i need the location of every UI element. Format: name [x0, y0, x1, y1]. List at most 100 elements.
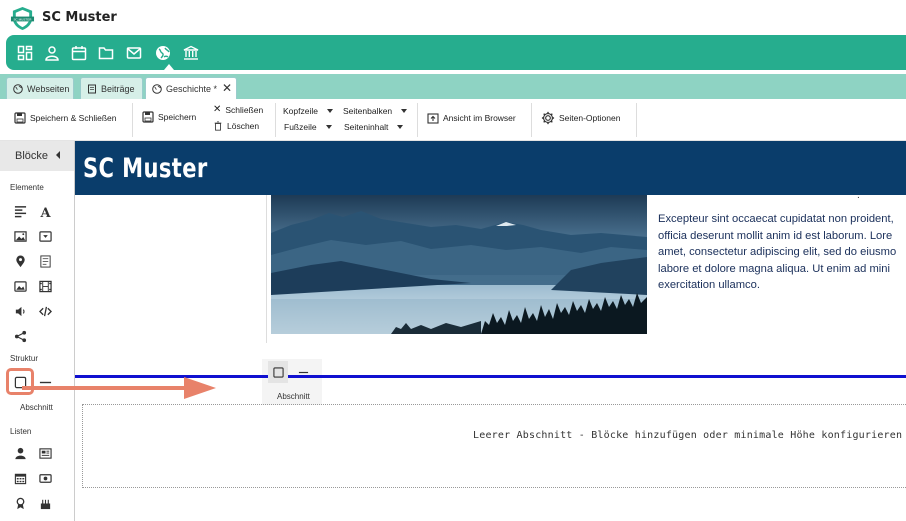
external-view-icon [427, 113, 439, 124]
content-dropdown[interactable]: Seiteninhalt [344, 122, 404, 132]
text-align-icon[interactable] [12, 203, 28, 219]
chevron-down-icon [401, 109, 408, 113]
title-bar: SC MUSTER SC Muster [0, 0, 906, 35]
article-line: amet, consectetur adipiscing elit, sed d… [658, 246, 897, 258]
sidebar-dropdown[interactable]: Seitenbalken [343, 106, 408, 116]
gallery-icon[interactable] [12, 278, 28, 294]
empty-section[interactable] [82, 404, 906, 488]
article-line: officia deserunt mollit anim id est labo… [658, 229, 893, 242]
blocks-sidebar: Blöcke Elemente A Struktur Listen [0, 141, 75, 521]
mountain-photo[interactable] [271, 195, 647, 334]
close-label: Schließen [225, 104, 264, 115]
svg-text:A: A [39, 206, 51, 218]
article-line: labore et dolore magna aliqua. Ut enim a… [658, 262, 890, 275]
logo-icon: SC MUSTER [10, 6, 35, 31]
close-icon: ✕ [213, 104, 222, 115]
chevron-down-icon [326, 109, 333, 113]
trash-icon [214, 121, 222, 131]
user-icon[interactable] [43, 44, 61, 62]
text-sliver: . [857, 190, 860, 201]
globe-icon [152, 83, 162, 94]
chevron-down-icon [397, 125, 404, 129]
money-icon[interactable] [37, 470, 53, 486]
dropdown-box-icon[interactable] [37, 228, 53, 244]
article-line: Excepteur sint occaecat cupidatat non pr… [658, 213, 894, 225]
tab-label: Beiträge [101, 83, 135, 94]
app-title: SC Muster [42, 10, 117, 25]
drop-target-line [75, 375, 906, 378]
section-block-highlight [6, 368, 34, 395]
film-icon[interactable] [37, 278, 53, 294]
page-options-label: Seiten-Optionen [559, 113, 621, 123]
image-icon[interactable] [12, 228, 28, 244]
tab-label: Webseiten [27, 83, 70, 94]
header-dropdown[interactable]: Kopfzeile [283, 106, 333, 116]
tab-webseiten[interactable]: Webseiten [6, 77, 74, 99]
birthday-cake-icon[interactable] [37, 495, 53, 511]
browser-view-button[interactable]: Ansicht im Browser [427, 112, 516, 124]
browser-view-label: Ansicht im Browser [443, 113, 516, 123]
chevron-down-icon [325, 125, 332, 129]
collapse-caret-icon[interactable] [56, 151, 60, 159]
main-nav [6, 35, 906, 70]
save-icon [14, 112, 26, 124]
blocks-header-label: Blöcke [15, 150, 49, 162]
tab-beitraege[interactable]: Beiträge [80, 77, 143, 99]
article-text[interactable]: Excepteur sint occaecat cupidatat non pr… [658, 211, 906, 294]
content-label: Seiteninhalt [344, 122, 389, 132]
tab-label: Geschichte * [166, 83, 218, 94]
svg-text:SC MUSTER: SC MUSTER [13, 17, 32, 21]
save-close-button[interactable]: Speichern & Schließen [14, 112, 116, 124]
save-close-label: Speichern & Schließen [30, 113, 117, 123]
divider-line-icon[interactable] [37, 374, 53, 390]
tab-geschichte[interactable]: Geschichte * ✕ [145, 77, 237, 99]
close-button[interactable]: ✕ Schließen [213, 104, 263, 115]
calendar-grid-icon[interactable] [12, 470, 28, 486]
globe-icon[interactable] [154, 44, 172, 62]
audio-icon[interactable] [12, 303, 28, 319]
active-nav-indicator [164, 64, 174, 70]
form-icon[interactable] [37, 253, 53, 269]
delete-button[interactable]: Löschen [213, 121, 259, 131]
bank-icon[interactable] [182, 44, 200, 62]
delete-label: Löschen [227, 121, 260, 131]
elements-group-label: Elemente [10, 183, 44, 192]
dashboard-icon[interactable] [16, 44, 34, 62]
section-line-icon[interactable] [293, 361, 313, 383]
sidebar-label: Seitenbalken [343, 106, 393, 116]
page-editor-canvas[interactable]: SC Muster . Excepteur sint occaecat cupi… [75, 141, 906, 521]
document-icon [88, 84, 96, 93]
header-label: Kopfzeile [283, 106, 318, 116]
map-pin-icon[interactable] [12, 253, 28, 269]
page-options-button[interactable]: Seiten-Optionen [541, 111, 620, 125]
footer-dropdown[interactable]: Fußzeile [284, 122, 332, 132]
award-icon[interactable] [12, 495, 28, 511]
section-block-label: Abschnitt [20, 403, 53, 412]
toolbar-divider [275, 103, 276, 137]
toolbar-divider [132, 103, 133, 137]
calendar-icon[interactable] [70, 44, 88, 62]
person-icon[interactable] [12, 445, 28, 461]
site-title: SC Muster [83, 153, 208, 184]
section-square-icon[interactable] [268, 361, 288, 383]
share-icon[interactable] [12, 328, 28, 344]
close-icon[interactable]: ✕ [222, 81, 232, 95]
footer-label: Fußzeile [284, 122, 317, 132]
save-button[interactable]: Speichern [142, 111, 196, 123]
structure-group-label: Struktur [10, 354, 39, 363]
article-line: exercitation ullamco. [658, 279, 760, 291]
lists-group-label: Listen [10, 427, 32, 436]
blocks-header[interactable]: Blöcke [0, 141, 74, 171]
column-divider [266, 195, 267, 343]
site-header[interactable]: SC Muster [75, 141, 906, 195]
newspaper-icon[interactable] [37, 445, 53, 461]
empty-section-hint: Leerer Abschnitt - Blöcke hinzufügen ode… [473, 430, 903, 441]
mail-icon[interactable] [125, 44, 143, 62]
heading-icon[interactable]: A [37, 203, 53, 219]
save-label: Speichern [158, 112, 197, 122]
toolbar-divider [417, 103, 418, 137]
code-icon[interactable] [37, 303, 53, 319]
tab-bar: Webseiten Beiträge Geschichte * ✕ [0, 74, 906, 99]
folder-icon[interactable] [97, 44, 115, 62]
gear-icon [541, 111, 555, 125]
